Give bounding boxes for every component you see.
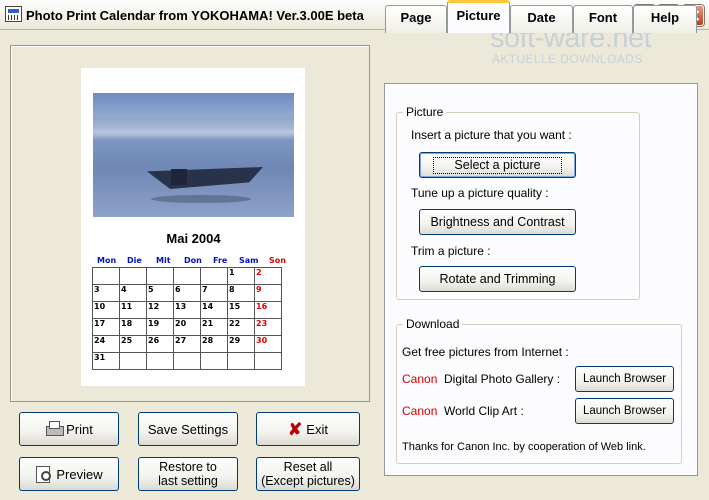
weekday-header: Mon — [97, 256, 117, 265]
download-group-label: Download — [403, 317, 463, 331]
print-button-label: Print — [66, 421, 93, 437]
weekday-header: Don — [184, 256, 202, 265]
day-cell: 9 — [254, 284, 282, 302]
day-cell — [200, 267, 228, 285]
weekday-header: Fre — [213, 256, 228, 265]
day-cell: 19 — [146, 318, 174, 336]
launch-browser-label: Launch Browser — [582, 372, 667, 385]
world-clip-art-label: World Clip Art : — [444, 404, 524, 418]
tab-date[interactable]: Date — [510, 5, 573, 33]
day-cell — [173, 352, 201, 370]
day-cell — [200, 352, 228, 370]
rotate-trimming-label: Rotate and Trimming — [439, 271, 556, 286]
canon-brand-label: Canon — [402, 404, 438, 418]
printer-icon — [45, 421, 65, 437]
day-cell — [92, 267, 120, 285]
preview-button-label: Preview — [56, 466, 103, 482]
day-cell: 13 — [173, 301, 201, 319]
reset-label-line2: (Except pictures) — [261, 474, 355, 488]
day-cell: 11 — [119, 301, 147, 319]
exit-button[interactable]: ✘ Exit — [256, 412, 360, 446]
reset-label-line1: Reset all — [283, 460, 333, 474]
preview-button[interactable]: Preview — [19, 457, 119, 491]
tab-font[interactable]: Font — [573, 5, 633, 33]
save-settings-label: Save Settings — [147, 421, 229, 437]
day-cell: 10 — [92, 301, 120, 319]
magnifier-page-icon — [35, 466, 53, 483]
select-picture-button[interactable]: Select a picture — [419, 152, 576, 178]
launch-browser-label: Launch Browser — [582, 404, 667, 417]
select-picture-label: Select a picture — [433, 156, 562, 174]
day-cell: 22 — [227, 318, 255, 336]
day-cell — [254, 352, 282, 370]
day-cell: 14 — [200, 301, 228, 319]
day-cell — [173, 267, 201, 285]
brightness-contrast-label: Brightness and Contrast — [430, 214, 565, 229]
insert-picture-text: Insert a picture that you want : — [411, 128, 572, 142]
digital-photo-gallery-label: Digital Photo Gallery : — [444, 372, 561, 386]
day-cell: 28 — [200, 335, 228, 353]
day-cell — [119, 267, 147, 285]
restore-last-setting-button[interactable]: Restore to last setting — [138, 457, 238, 491]
day-cell: 4 — [119, 284, 147, 302]
restore-label-line2: last setting — [158, 474, 218, 488]
day-cell: 18 — [119, 318, 147, 336]
day-cell: 27 — [173, 335, 201, 353]
x-icon: ✘ — [288, 419, 303, 439]
day-cell: 29 — [227, 335, 255, 353]
day-cell: 1 — [227, 267, 255, 285]
calendar-month-title: Mai 2004 — [166, 231, 221, 246]
day-cell: 7 — [200, 284, 228, 302]
day-cell: 12 — [146, 301, 174, 319]
save-settings-button[interactable]: Save Settings — [138, 412, 238, 446]
calendar-photo — [93, 93, 294, 217]
watermark-tagline: AKTUELLE DOWNLOADS — [492, 52, 643, 66]
boat-image — [147, 167, 263, 189]
day-cell — [146, 352, 174, 370]
day-cell: 3 — [92, 284, 120, 302]
day-cell: 20 — [173, 318, 201, 336]
day-cell — [146, 267, 174, 285]
trim-picture-text: Trim a picture : — [411, 244, 491, 258]
day-cell: 2 — [254, 267, 282, 285]
tab-picture[interactable]: Picture — [447, 0, 510, 33]
print-button[interactable]: Print — [19, 412, 119, 446]
launch-browser-clipart-button[interactable]: Launch Browser — [575, 398, 674, 424]
day-cell — [119, 352, 147, 370]
day-cell: 30 — [254, 335, 282, 353]
day-cell: 6 — [173, 284, 201, 302]
day-cell: 23 — [254, 318, 282, 336]
reset-all-button[interactable]: Reset all (Except pictures) — [256, 457, 360, 491]
day-cell: 17 — [92, 318, 120, 336]
day-cell: 24 — [92, 335, 120, 353]
day-cell: 31 — [92, 352, 120, 370]
download-intro-text: Get free pictures from Internet : — [402, 345, 569, 359]
restore-label-line1: Restore to — [159, 460, 217, 474]
day-cell: 21 — [200, 318, 228, 336]
weekday-header: Mit — [156, 256, 171, 265]
tab-page[interactable]: Page — [385, 5, 447, 33]
day-cell: 16 — [254, 301, 282, 319]
rotate-trimming-button[interactable]: Rotate and Trimming — [419, 266, 576, 292]
weekday-header: Son — [269, 256, 286, 265]
picture-group-label: Picture — [403, 105, 447, 119]
tab-help[interactable]: Help — [633, 5, 697, 33]
day-cell — [227, 352, 255, 370]
calendar-app-icon[interactable] — [5, 6, 22, 22]
day-cell: 5 — [146, 284, 174, 302]
exit-button-label: Exit — [306, 421, 328, 437]
tune-quality-text: Tune up a picture quality : — [411, 186, 549, 200]
day-cell: 26 — [146, 335, 174, 353]
day-cell: 25 — [119, 335, 147, 353]
launch-browser-gallery-button[interactable]: Launch Browser — [575, 366, 674, 392]
window-title: Photo Print Calendar from YOKOHAMA! Ver.… — [26, 8, 364, 23]
brightness-contrast-button[interactable]: Brightness and Contrast — [419, 209, 576, 235]
weekday-header: Die — [127, 256, 142, 265]
canon-brand-label: Canon — [402, 372, 438, 386]
day-cell: 15 — [227, 301, 255, 319]
weekday-header: Sam — [239, 256, 259, 265]
calendar-grid: 12 3456789 10 11 12 13 14 15 16 17 18 19 20 21 22 23… — [92, 267, 282, 370]
day-cell: 8 — [227, 284, 255, 302]
canon-thanks-text: Thanks for Canon Inc. by cooperation of … — [402, 441, 646, 453]
